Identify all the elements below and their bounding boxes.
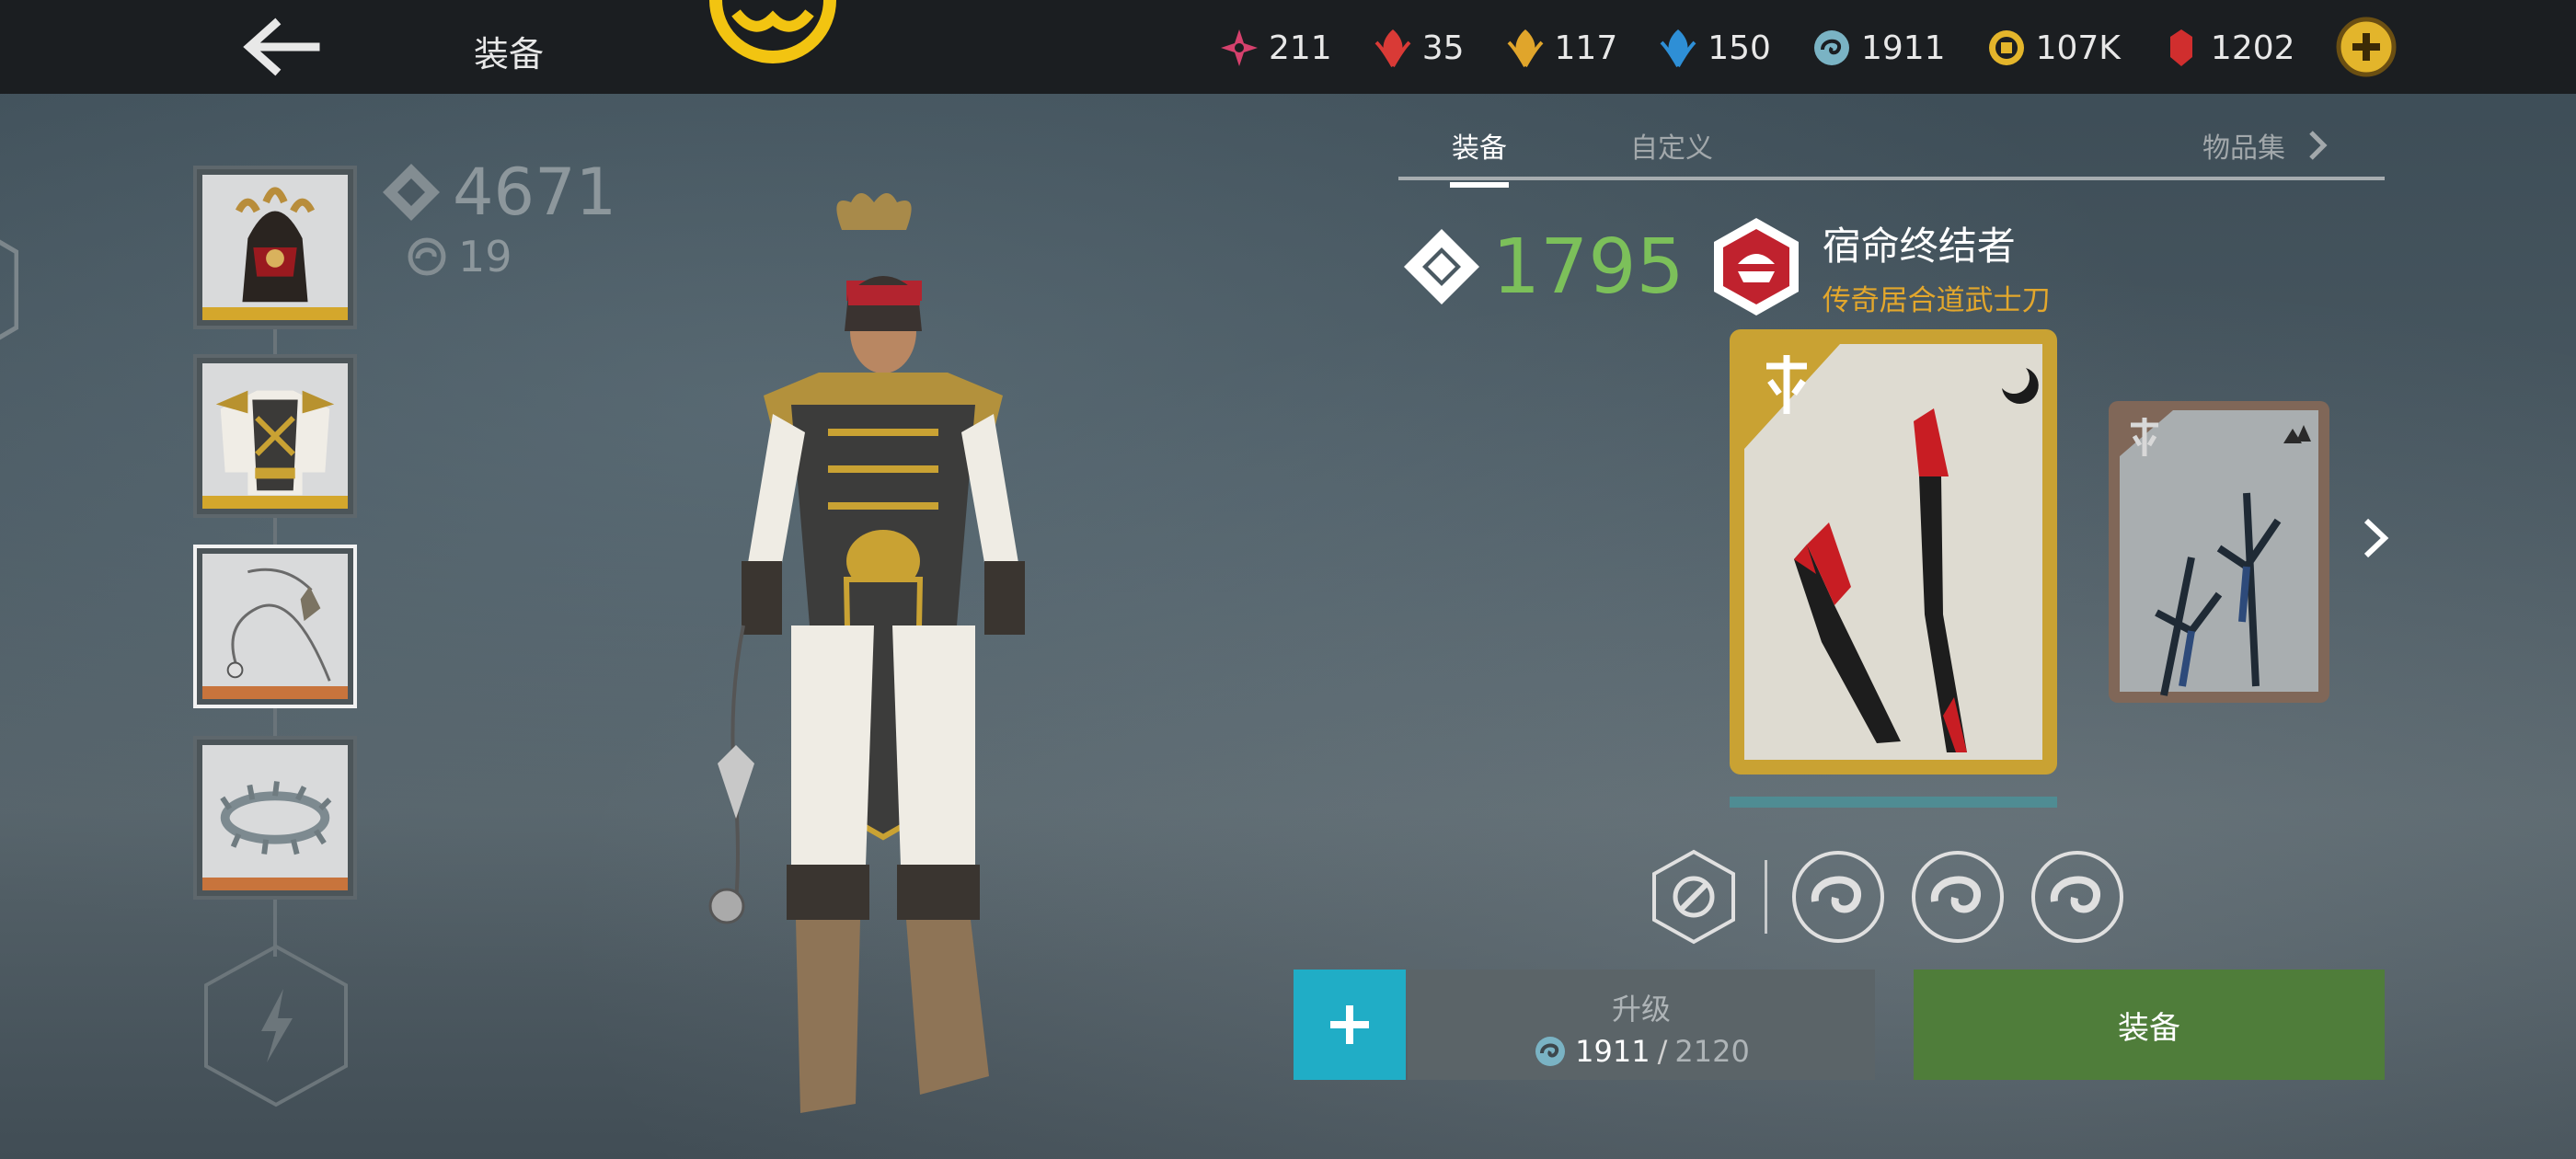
armor-image	[202, 363, 348, 509]
katana-image	[1744, 344, 2042, 760]
currency-coins: 107K	[1986, 28, 2121, 68]
slot-helmet[interactable]	[193, 166, 357, 329]
weapon-type: 传奇居合道武士刀	[1822, 284, 2051, 317]
tab-customize[interactable]: 自定义	[1630, 125, 1713, 166]
blade-ring-icon	[220, 781, 332, 855]
rarity-bar	[202, 686, 348, 699]
lightning-icon	[261, 989, 293, 1062]
top-bar: 装备 211 35 117 150 1911 107K 1202	[0, 0, 2576, 94]
tab-divider	[1398, 177, 2385, 180]
coin-icon	[1988, 30, 2024, 65]
currency-rubies: 1202	[2161, 28, 2295, 68]
currency-spirit-orbs: 1911	[1811, 28, 1946, 68]
helmet-icon	[235, 187, 316, 303]
plus-circle-icon	[2336, 17, 2397, 77]
currency-value: 1202	[2210, 29, 2295, 67]
red-leaf-icon	[1374, 29, 1411, 67]
weapon-titles: 宿命终结者 传奇居合道武士刀	[1823, 215, 2051, 318]
currency-value: 211	[1269, 29, 1332, 67]
spirit-orb-icon	[408, 237, 446, 276]
arrow-left-icon	[243, 17, 320, 76]
armor-icon	[215, 390, 335, 496]
slot-ranged-weapon[interactable]	[193, 545, 357, 708]
power-diamond-icon	[383, 164, 440, 221]
helmet-image	[202, 175, 348, 320]
currency-pink-shards: 211	[1219, 28, 1332, 68]
weapon-card-next[interactable]	[2109, 401, 2329, 703]
plus-icon	[1330, 1005, 1369, 1044]
rarity-bar	[202, 496, 348, 509]
upgrade-cost: 1911 / 2120	[1408, 1034, 1875, 1069]
gold-leaf-icon	[1507, 29, 1543, 67]
weapon-card-selected[interactable]	[1730, 329, 2057, 775]
upgrade-button[interactable]: 升级 1911 / 2120	[1408, 970, 1875, 1080]
rarity-bar	[202, 878, 348, 890]
upgrade-separator: /	[1657, 1034, 1668, 1069]
weapon-power-value: 1795	[1492, 223, 1685, 311]
chevron-right-icon	[2309, 131, 2328, 160]
weapon-upgrade-progress	[1730, 797, 2057, 808]
equipment-tabs: 装备 自定义 物品集	[1398, 120, 2385, 188]
slot-armor[interactable]	[193, 354, 357, 518]
equip-button[interactable]: 装备	[1914, 970, 2385, 1080]
upgrade-label: 升级	[1611, 992, 1671, 1027]
spirit-swirl-icon	[2050, 876, 2100, 913]
chevron-right-icon[interactable]	[2357, 515, 2394, 561]
weapon-name: 宿命终结者	[1822, 224, 2016, 269]
tab-equipment[interactable]: 装备	[1450, 125, 1509, 188]
spirit-swirl-icon	[1930, 876, 1981, 913]
spirit-orb-icon	[1535, 1037, 1566, 1066]
currency-value: 150	[1708, 29, 1771, 67]
perk-slot-2[interactable]	[1909, 848, 2007, 946]
slot-ability-locked[interactable]	[201, 943, 351, 1108]
perk-divider	[1765, 860, 1767, 934]
side-panel-edge	[0, 239, 18, 340]
perk-slot-1[interactable]	[1789, 848, 1887, 946]
spirit-orb-icon	[1813, 30, 1849, 65]
character-level-value: 19	[458, 232, 512, 281]
currency-gold-leaf: 117	[1505, 28, 1618, 68]
upgrade-have: 1911	[1575, 1034, 1650, 1069]
character-stats: 4671 19	[379, 155, 616, 281]
pink-shard-icon	[1221, 29, 1258, 66]
ranged-weapon-image	[202, 554, 348, 699]
currency-value: 107K	[2035, 29, 2121, 67]
spirit-swirl-icon	[1811, 876, 1861, 913]
character-power-value: 4671	[453, 155, 617, 230]
add-currency-button[interactable]	[2334, 15, 2398, 79]
weapon-class-icon	[1713, 218, 1799, 316]
tab-collection[interactable]: 物品集	[2202, 125, 2331, 166]
currency-value: 35	[1421, 29, 1465, 67]
character-model	[708, 193, 1025, 1113]
weapon-power: 1795	[1400, 224, 1685, 311]
clan-emblem-icon	[709, 0, 836, 63]
character-level: 19	[407, 232, 616, 281]
chain-weapon-icon	[226, 568, 331, 682]
perk-slot-3[interactable]	[2029, 848, 2126, 946]
currency-value: 1911	[1860, 29, 1946, 67]
currency-blue-leaf: 150	[1658, 28, 1771, 68]
magic-image	[202, 745, 348, 890]
currency-red-leaf: 35	[1373, 28, 1465, 68]
slot-magic[interactable]	[193, 736, 357, 900]
upgrade-need: 2120	[1674, 1034, 1750, 1069]
back-button[interactable]	[235, 17, 327, 77]
blue-leaf-icon	[1660, 29, 1696, 67]
character-power: 4671	[379, 155, 616, 230]
currency-value: 117	[1554, 29, 1618, 67]
ruby-icon	[2169, 29, 2192, 66]
power-diamond-icon	[1404, 229, 1479, 304]
page-title: 装备	[474, 34, 545, 75]
currency-bar: 211 35 117 150 1911 107K 1202	[1219, 20, 2295, 75]
tab-collection-label: 物品集	[2202, 132, 2285, 165]
quick-upgrade-button[interactable]	[1294, 970, 1406, 1080]
rarity-bar	[202, 307, 348, 320]
weapon-header: 1795 宿命终结者 传奇居合道武士刀	[1400, 212, 2051, 322]
sai-image	[2120, 410, 2318, 696]
perk-hex-locked[interactable]	[1645, 848, 1742, 946]
